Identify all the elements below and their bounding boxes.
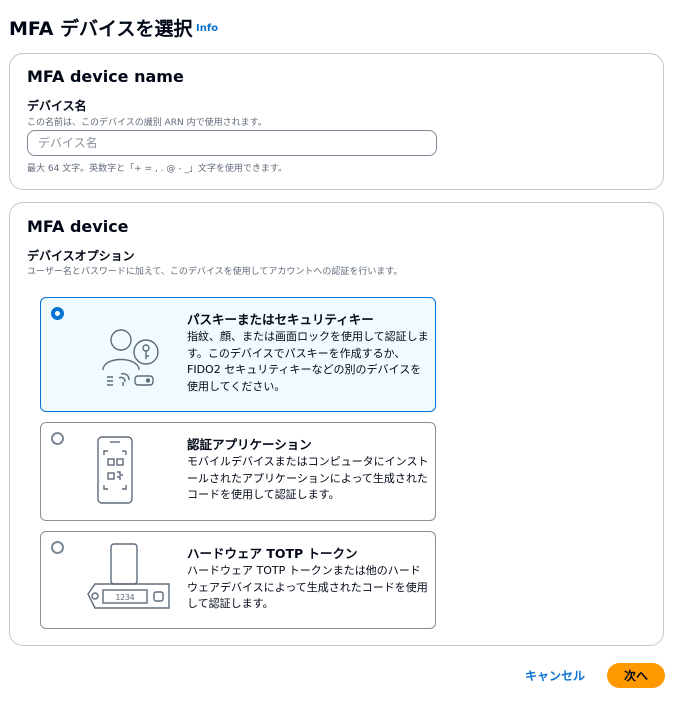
device-name-panel: MFA device name デバイス名 この名前は、このデバイスの識別 AR… xyxy=(9,53,664,190)
option-description: 指紋、顔、または画面ロックを使用して認証します。このデバイスでパスキーを作成する… xyxy=(187,330,429,393)
option-authenticator-app[interactable]: 認証アプリケーション モバイルデバイスまたはコンピュータにインストールされたアプ… xyxy=(40,422,436,521)
option-passkey[interactable]: パスキーまたはセキュリティキー 指紋、顔、または画面ロックを使用して認証します。… xyxy=(40,297,436,412)
device-name-label: デバイス名 xyxy=(27,99,87,113)
option-hardware-totp[interactable]: 1234 ハードウェア TOTP トークン ハードウェア TOTP トークンまた… xyxy=(40,531,436,629)
user-key-fingerprint-icon xyxy=(102,329,159,386)
info-link[interactable]: Info xyxy=(196,23,218,34)
hardware-token-icon: 1234 xyxy=(87,543,170,609)
mfa-device-panel: MFA device デバイスオプション ユーザー名とパスワードに加えて、このデ… xyxy=(9,202,664,646)
next-button[interactable]: 次へ xyxy=(607,663,665,688)
device-options-description: ユーザー名とパスワードに加えて、このデバイスを使用してアカウントへの認証を行いま… xyxy=(27,267,403,277)
token-display-digits: 1234 xyxy=(115,593,134,602)
option-description: ハードウェア TOTP トークンまたは他のハードウェアデバイスによって生成された… xyxy=(187,564,428,610)
device-name-input[interactable] xyxy=(27,130,437,156)
mfa-device-panel-title: MFA device xyxy=(27,217,129,236)
option-description: モバイルデバイスまたはコンピュータにインストールされたアプリケーションによって生… xyxy=(187,455,429,501)
radio-authenticator-app[interactable] xyxy=(51,432,64,445)
phone-qr-code-icon xyxy=(97,436,133,504)
device-name-description: この名前は、このデバイスの識別 ARN 内で使用されます。 xyxy=(27,118,267,128)
radio-passkey[interactable] xyxy=(51,307,64,320)
option-title: パスキーまたはセキュリティキー xyxy=(187,312,374,327)
device-name-panel-title: MFA device name xyxy=(27,67,184,86)
radio-hardware-totp[interactable] xyxy=(51,541,64,554)
option-title: 認証アプリケーション xyxy=(187,437,312,452)
cancel-button[interactable]: キャンセル xyxy=(525,667,585,684)
device-options-label: デバイスオプション xyxy=(27,249,135,263)
option-title: ハードウェア TOTP トークン xyxy=(187,546,358,561)
device-name-constraint: 最大 64 文字。英数字と「+ = , . @ - _」文字を使用できます。 xyxy=(27,164,287,174)
page-title: MFA デバイスを選択 xyxy=(9,18,193,40)
